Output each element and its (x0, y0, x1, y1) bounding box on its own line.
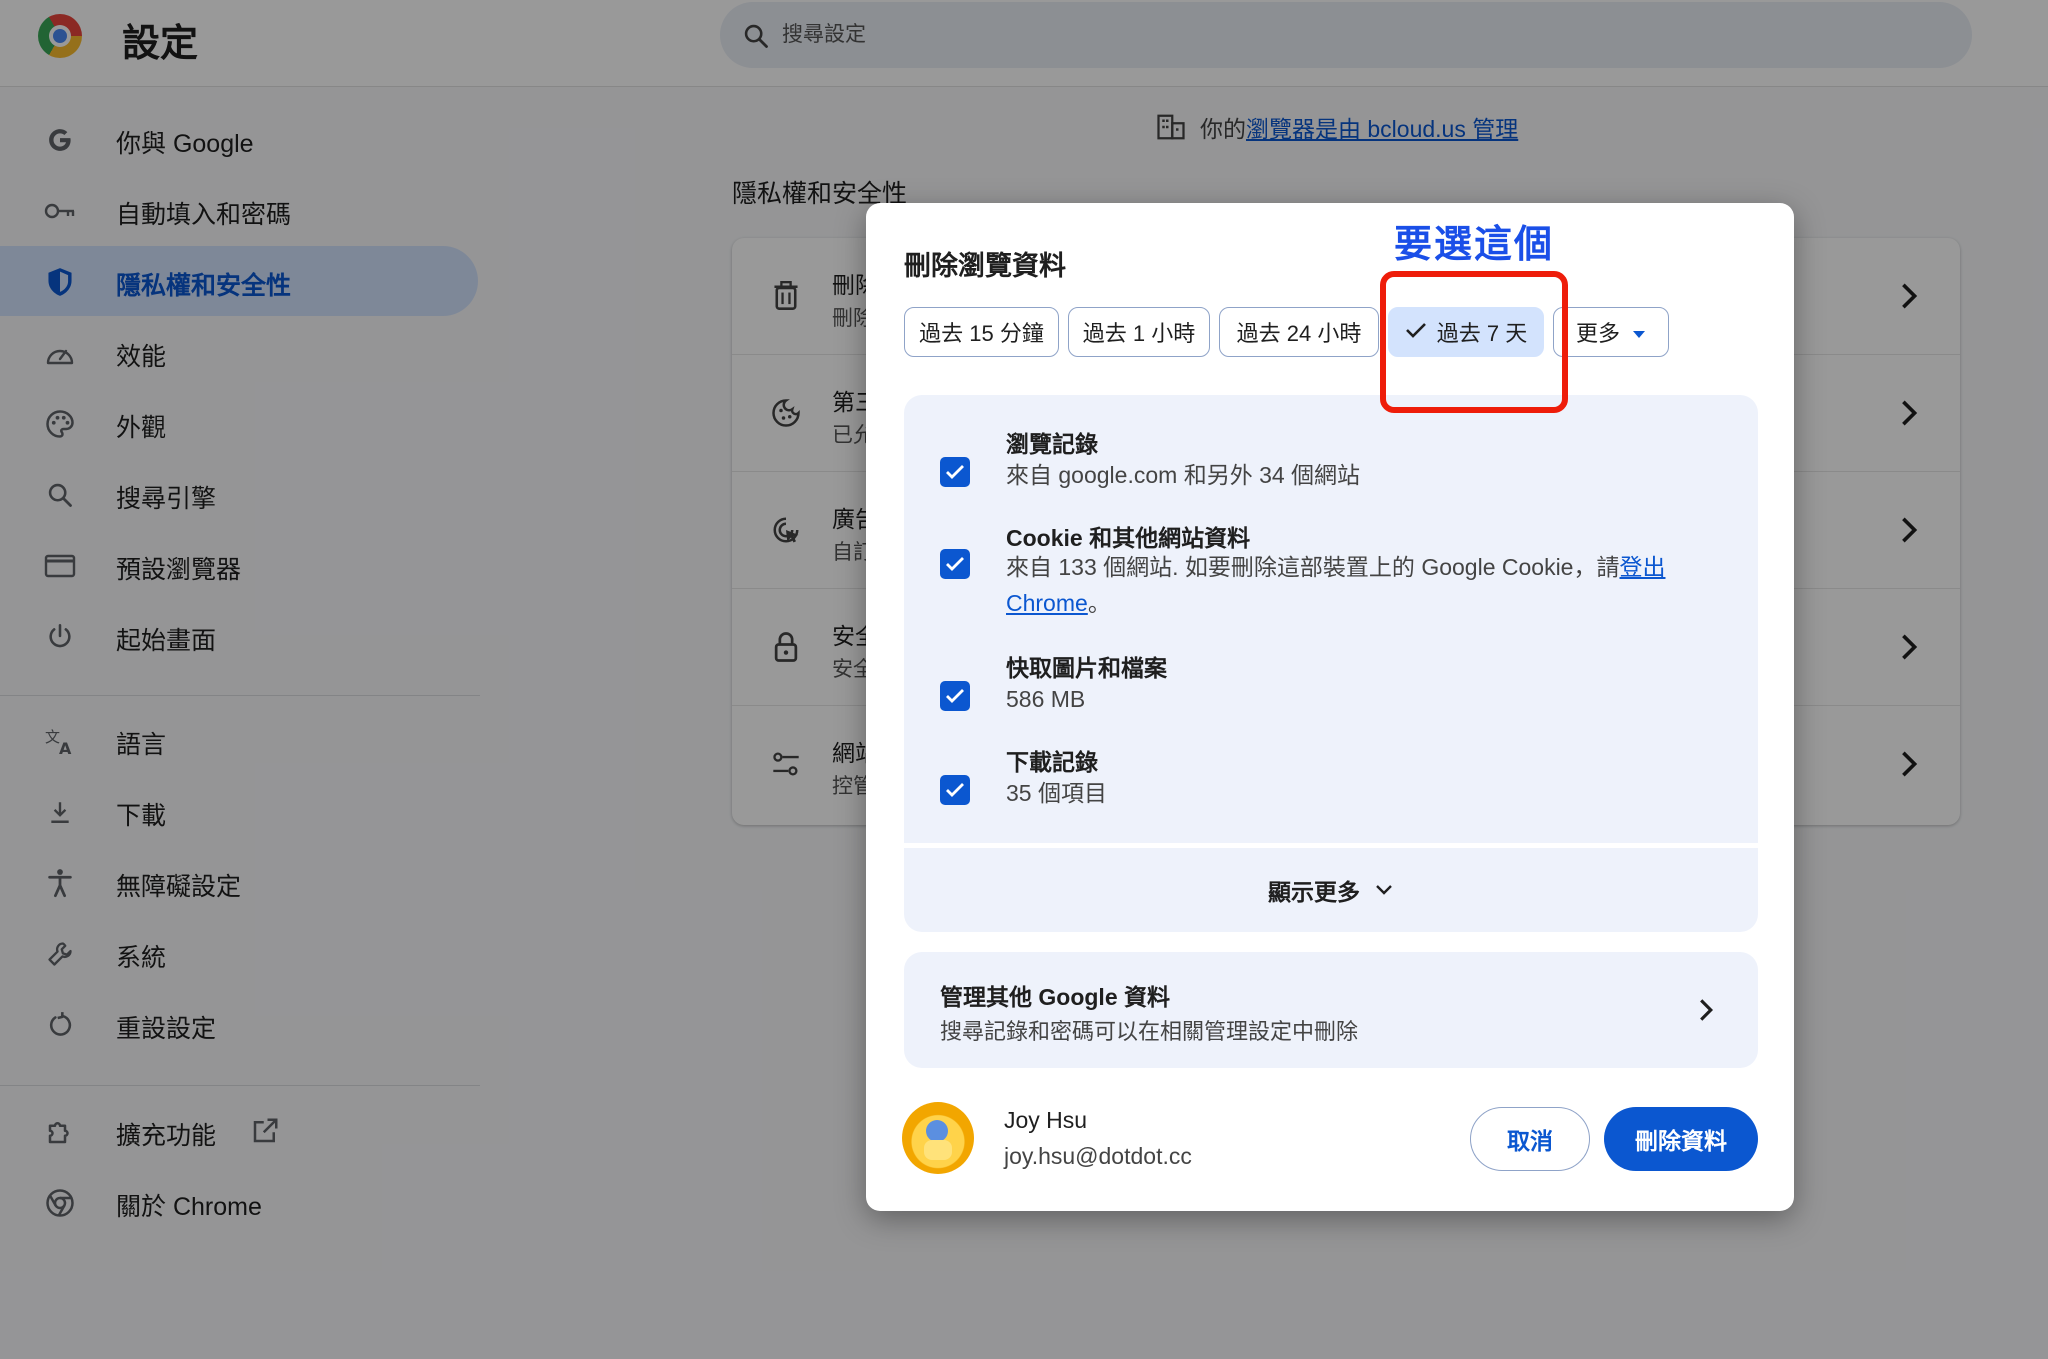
option-description: 586 MB (1006, 686, 1086, 712)
chip-label: 更多 (1575, 321, 1620, 346)
option-download-history[interactable]: 下載記錄 35 個項目 (904, 743, 1758, 819)
chip-last-24-hours[interactable]: 過去 24 小時 (1219, 307, 1379, 357)
option-description: 來自 133 個網站. 如要刪除這部裝置上的 Google Cookie，請登出… (1006, 549, 1726, 621)
data-type-options: 瀏覽記錄 來自 google.com 和另外 34 個網站 Cookie 和其他… (904, 395, 1758, 843)
chip-last-15-minutes[interactable]: 過去 15 分鐘 (904, 307, 1059, 357)
annotation-highlight-box (1380, 271, 1568, 413)
option-title: Cookie 和其他網站資料 (1006, 525, 1251, 551)
avatar (902, 1102, 974, 1174)
manage-google-data-link[interactable]: 管理其他 Google 資料 搜尋記錄和密碼可以在相關管理設定中刪除 (904, 952, 1758, 1068)
chip-more-dropdown[interactable]: 更多 (1553, 307, 1669, 357)
user-email: joy.hsu@dotdot.cc (1004, 1143, 1192, 1169)
manage-description: 搜尋記錄和密碼可以在相關管理設定中刪除 (940, 1019, 1359, 1044)
option-description: 35 個項目 (1006, 780, 1107, 806)
dropdown-caret-icon (1632, 319, 1646, 345)
chevron-down-icon (1376, 885, 1392, 895)
option-title: 下載記錄 (1006, 749, 1098, 775)
dialog-title: 刪除瀏覽資料 (904, 251, 1066, 281)
user-name: Joy Hsu (1004, 1107, 1088, 1133)
option-cookies[interactable]: Cookie 和其他網站資料 來自 133 個網站. 如要刪除這部裝置上的 Go… (904, 519, 1758, 629)
option-browsing-history[interactable]: 瀏覽記錄 來自 google.com 和另外 34 個網站 (904, 425, 1758, 501)
clear-browsing-data-dialog: 刪除瀏覽資料 過去 15 分鐘 過去 1 小時 過去 24 小時 過去 7 天 … (866, 203, 1794, 1211)
checkbox-browsing-history[interactable] (940, 457, 970, 487)
chip-label: 過去 1 小時 (1082, 321, 1196, 346)
manage-title: 管理其他 Google 資料 (940, 984, 1170, 1010)
checkbox-download-history[interactable] (940, 775, 970, 805)
option-title: 快取圖片和檔案 (1006, 655, 1167, 681)
option-cached-images[interactable]: 快取圖片和檔案 586 MB (904, 649, 1758, 725)
delete-data-button[interactable]: 刪除資料 (1604, 1107, 1758, 1171)
option-title: 瀏覽記錄 (1006, 431, 1098, 457)
annotation-label: 要選這個 (1394, 224, 1555, 266)
option-description-text: 來自 133 個網站. 如要刪除這部裝置上的 Google Cookie，請 (1006, 554, 1620, 580)
chip-label: 過去 24 小時 (1236, 321, 1362, 346)
cancel-button[interactable]: 取消 (1470, 1107, 1590, 1171)
checkbox-cached-images[interactable] (940, 681, 970, 711)
option-description: 來自 google.com 和另外 34 個網站 (1006, 462, 1361, 488)
chip-last-1-hour[interactable]: 過去 1 小時 (1068, 307, 1210, 357)
checkbox-cookies[interactable] (940, 549, 970, 579)
chip-label: 過去 15 分鐘 (919, 321, 1044, 346)
show-more-button[interactable]: 顯示更多 (904, 848, 1758, 932)
option-description-suffix: 。 (1087, 590, 1111, 616)
chevron-right-icon (1698, 998, 1714, 1027)
show-more-label: 顯示更多 (1268, 879, 1360, 905)
